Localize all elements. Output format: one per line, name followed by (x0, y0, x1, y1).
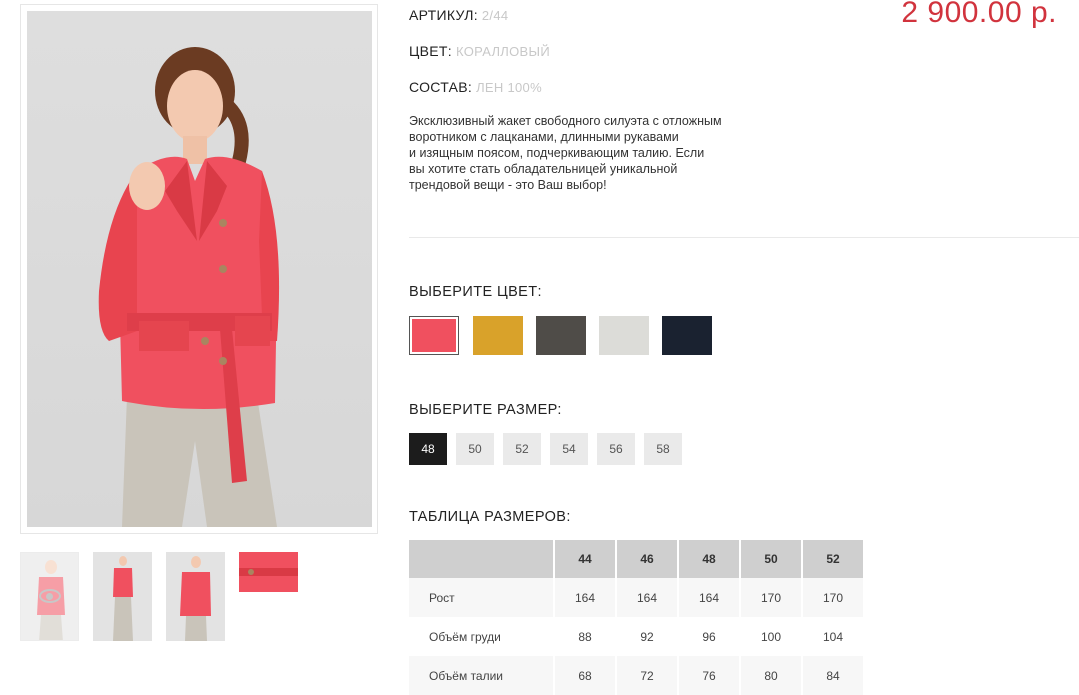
color-swatch-coral[interactable] (409, 316, 459, 355)
color-row: ЦВЕТ: КОРАЛЛОВЫЙ (409, 43, 550, 59)
swatch-fill (473, 316, 523, 355)
size-button-50[interactable]: 50 (456, 433, 494, 465)
thumbnail-side[interactable] (166, 552, 225, 641)
table-cell: 72 (617, 656, 679, 695)
table-row-label: Рост (409, 578, 555, 617)
composition-value: ЛЕН 100% (476, 80, 542, 95)
table-cell: 164 (679, 578, 741, 617)
swatch-fill (412, 319, 456, 352)
table-cell: 76 (679, 656, 741, 695)
table-cell: 96 (679, 617, 741, 656)
size-button-56[interactable]: 56 (597, 433, 635, 465)
divider (409, 237, 1079, 238)
table-cell: 104 (803, 617, 865, 656)
thumbnail-full-length[interactable] (93, 552, 152, 641)
composition-label: СОСТАВ: (409, 79, 473, 95)
size-button-52[interactable]: 52 (503, 433, 541, 465)
size-button-58[interactable]: 58 (644, 433, 682, 465)
table-row: Рост 164 164 164 170 170 (409, 578, 865, 617)
table-header-cell: 44 (555, 540, 617, 578)
description-line: вы хотите стать обладательницей уникальн… (409, 162, 678, 176)
table-header-cell: 46 (617, 540, 679, 578)
description-line: воротником с лацканами, длинными рукавам… (409, 130, 679, 144)
color-select-title: ВЫБЕРИТЕ ЦВЕТ: (409, 284, 542, 300)
table-cell: 164 (555, 578, 617, 617)
table-cell: 68 (555, 656, 617, 695)
color-swatch-mustard[interactable] (473, 316, 523, 355)
size-button-48[interactable]: 48 (409, 433, 447, 465)
table-header-cell (409, 540, 555, 578)
table-cell: 170 (803, 578, 865, 617)
table-cell: 88 (555, 617, 617, 656)
table-header-cell: 52 (803, 540, 865, 578)
table-header-cell: 50 (741, 540, 803, 578)
table-row-label: Объём талии (409, 656, 555, 695)
table-row: Объём груди 88 92 96 100 104 (409, 617, 865, 656)
table-header-cell: 48 (679, 540, 741, 578)
thumbnail-front[interactable] (20, 552, 79, 641)
color-swatch-graphite[interactable] (536, 316, 586, 355)
composition-row: СОСТАВ: ЛЕН 100% (409, 79, 542, 95)
table-cell: 100 (741, 617, 803, 656)
table-cell: 170 (741, 578, 803, 617)
table-cell: 164 (617, 578, 679, 617)
main-product-image-frame[interactable] (20, 4, 378, 534)
color-swatch-light-gray[interactable] (599, 316, 649, 355)
description-line: и изящным поясом, подчеркивающим талию. … (409, 146, 705, 160)
description-line: трендовой вещи - это Ваш выбор! (409, 178, 607, 192)
size-table: 44 46 48 50 52 Рост 164 164 164 170 170 … (409, 540, 865, 695)
color-swatch-navy[interactable] (662, 316, 712, 355)
article-value: 2/44 (481, 8, 509, 23)
article-label: АРТИКУЛ: (409, 7, 478, 23)
swatch-fill (662, 316, 712, 355)
size-button-54[interactable]: 54 (550, 433, 588, 465)
table-cell: 84 (803, 656, 865, 695)
table-row-label: Объём груди (409, 617, 555, 656)
size-select-title: ВЫБЕРИТЕ РАЗМЕР: (409, 402, 562, 418)
description-line: Эксклюзивный жакет свободного силуэта с … (409, 114, 722, 128)
product-price: 2 900.00 р. (901, 0, 1057, 29)
size-table-title: ТАБЛИЦА РАЗМЕРОВ: (409, 509, 571, 525)
table-header-row: 44 46 48 50 52 (409, 540, 865, 578)
swatch-fill (599, 316, 649, 355)
model-photo (98, 47, 280, 527)
product-description: Эксклюзивный жакет свободного силуэта с … (409, 113, 759, 193)
eye-icon[interactable] (39, 589, 61, 603)
thumbnail-photo (239, 552, 298, 592)
color-value: КОРАЛЛОВЫЙ (455, 44, 550, 59)
table-cell: 80 (741, 656, 803, 695)
main-product-image[interactable] (27, 11, 372, 527)
table-row: Объём талии 68 72 76 80 84 (409, 656, 865, 695)
color-label: ЦВЕТ: (409, 43, 452, 59)
article-row: АРТИКУЛ: 2/44 (409, 7, 508, 23)
table-cell: 92 (617, 617, 679, 656)
thumbnail-photo (113, 556, 133, 641)
swatch-fill (536, 316, 586, 355)
thumbnail-detail[interactable] (239, 552, 298, 592)
thumbnail-photo (180, 556, 211, 641)
